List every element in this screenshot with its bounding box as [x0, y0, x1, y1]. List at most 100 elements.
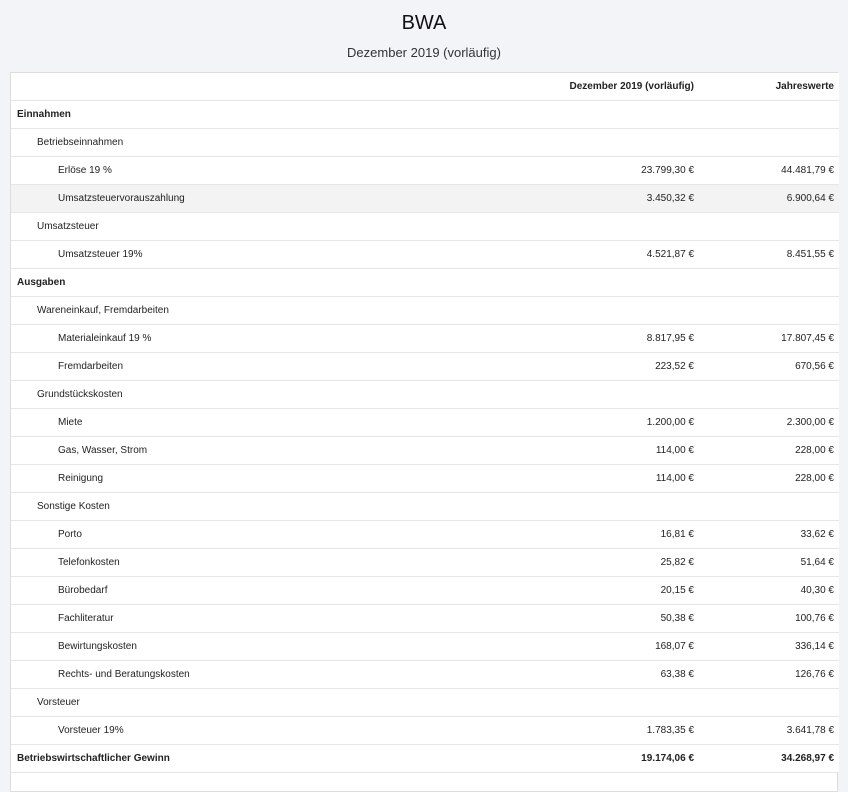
- row-label: Einnahmen: [11, 100, 511, 129]
- table-row: Materialeinkauf 19 % 8.817,95 €17.807,45 …: [11, 324, 839, 353]
- row-year-value: 6.900,64 €: [699, 184, 839, 213]
- table-row: Grundstückskosten: [11, 380, 839, 409]
- row-year-value: 228,00 €: [699, 436, 839, 465]
- table-row: Ausgaben: [11, 268, 839, 297]
- row-label: Porto: [11, 520, 511, 549]
- table-body: Einnahmen Betriebseinnahmen Erlöse 19 % 23.…: [11, 100, 839, 773]
- row-month-value: 8.817,95 €: [511, 324, 699, 353]
- table-row: Miete 1.200,00 €2.300,00 €: [11, 408, 839, 437]
- row-year-value: [699, 380, 839, 409]
- row-year-value: [699, 492, 839, 521]
- row-month-value: 23.799,30 €: [511, 156, 699, 185]
- row-label: Sonstige Kosten: [11, 492, 511, 521]
- row-month-value: 25,82 €: [511, 548, 699, 577]
- row-label: Umsatzsteuer: [11, 212, 511, 241]
- row-year-value: 8.451,55 €: [699, 240, 839, 269]
- row-month-value: 1.783,35 €: [511, 716, 699, 745]
- row-month-value: [511, 212, 699, 241]
- row-month-value: [511, 296, 699, 325]
- table-row: Wareneinkauf, Fremdarbeiten: [11, 296, 839, 325]
- row-label: Reinigung: [11, 464, 511, 493]
- row-label: Fremdarbeiten: [11, 352, 511, 381]
- row-year-value: [699, 268, 839, 297]
- row-label: Betriebseinnahmen: [11, 128, 511, 157]
- row-year-value: 336,14 €: [699, 632, 839, 661]
- row-label: Umsatzsteuervorauszahlung: [11, 184, 511, 213]
- table-row: Einnahmen: [11, 100, 839, 129]
- header-year: Jahreswerte: [699, 73, 839, 101]
- header-month: Dezember 2019 (vorläufig): [511, 73, 699, 101]
- report-title: BWA: [401, 12, 447, 34]
- row-month-value: 50,38 €: [511, 604, 699, 633]
- table-row: Gas, Wasser, Strom 114,00 €228,00 €: [11, 436, 839, 465]
- table-row: Fachliteratur 50,38 €100,76 €: [11, 604, 839, 633]
- row-year-value: 228,00 €: [699, 464, 839, 493]
- row-month-value: [511, 128, 699, 157]
- row-label: Wareneinkauf, Fremdarbeiten: [11, 296, 511, 325]
- row-month-value: 63,38 €: [511, 660, 699, 689]
- row-month-value: 16,81 €: [511, 520, 699, 549]
- row-year-value: 126,76 €: [699, 660, 839, 689]
- table-row: Umsatzsteuer: [11, 212, 839, 241]
- table-row: Sonstige Kosten: [11, 492, 839, 521]
- row-year-value: [699, 296, 839, 325]
- table-row: Porto 16,81 €33,62 €: [11, 520, 839, 549]
- row-label: Gas, Wasser, Strom: [11, 436, 511, 465]
- row-year-value: [699, 100, 839, 129]
- table-row: Umsatzsteuervorauszahlung 3.450,32 €6.900…: [11, 184, 839, 213]
- row-label: Bewirtungskosten: [11, 632, 511, 661]
- row-month-value: 3.450,32 €: [511, 184, 699, 213]
- bwa-table: Dezember 2019 (vorläufig) Jahreswerte Ei…: [11, 73, 839, 773]
- row-label: Bürobedarf: [11, 576, 511, 605]
- table-row: Rechts- und Beratungskosten 63,38 €126,76…: [11, 660, 839, 689]
- row-label: Vorsteuer 19%: [11, 716, 511, 745]
- row-month-value: [511, 380, 699, 409]
- table-row: Bewirtungskosten 168,07 €336,14 €: [11, 632, 839, 661]
- row-month-value: 1.200,00 €: [511, 408, 699, 437]
- row-month-value: [511, 688, 699, 717]
- row-year-value: 33,62 €: [699, 520, 839, 549]
- row-year-value: 44.481,79 €: [699, 156, 839, 185]
- table-row: Betriebswirtschaftlicher Gewinn 19.174,06…: [11, 744, 839, 773]
- bwa-table-container: Dezember 2019 (vorläufig) Jahreswerte Ei…: [10, 72, 839, 792]
- table-row: Telefonkosten 25,82 €51,64 €: [11, 548, 839, 577]
- row-year-value: [699, 212, 839, 241]
- row-month-value: [511, 268, 699, 297]
- table-row: Umsatzsteuer 19% 4.521,87 €8.451,55 €: [11, 240, 839, 269]
- row-year-value: [699, 128, 839, 157]
- row-year-value: 17.807,45 €: [699, 324, 839, 353]
- row-label: Umsatzsteuer 19%: [11, 240, 511, 269]
- table-row: Vorsteuer 19% 1.783,35 €3.641,78 €: [11, 716, 839, 745]
- table-row: Reinigung 114,00 €228,00 €: [11, 464, 839, 493]
- row-label: Ausgaben: [11, 268, 511, 297]
- row-year-value: 2.300,00 €: [699, 408, 839, 437]
- row-year-value: 34.268,97 €: [699, 744, 839, 773]
- row-label: Betriebswirtschaftlicher Gewinn: [11, 744, 511, 773]
- row-year-value: 51,64 €: [699, 548, 839, 577]
- row-year-value: 40,30 €: [699, 576, 839, 605]
- table-row: Betriebseinnahmen: [11, 128, 839, 157]
- row-label: Telefonkosten: [11, 548, 511, 577]
- table-row: Erlöse 19 % 23.799,30 €44.481,79 €: [11, 156, 839, 185]
- table-row: Fremdarbeiten 223,52 €670,56 €: [11, 352, 839, 381]
- table-header-row: Dezember 2019 (vorläufig) Jahreswerte: [11, 73, 839, 101]
- row-month-value: [511, 492, 699, 521]
- row-label: Grundstückskosten: [11, 380, 511, 409]
- row-year-value: 100,76 €: [699, 604, 839, 633]
- row-month-value: 114,00 €: [511, 464, 699, 493]
- row-label: Fachliteratur: [11, 604, 511, 633]
- row-month-value: [511, 100, 699, 129]
- table-row: Vorsteuer: [11, 688, 839, 717]
- row-label: Vorsteuer: [11, 688, 511, 717]
- row-month-value: 20,15 €: [511, 576, 699, 605]
- report-subtitle: Dezember 2019 (vorläufig): [347, 45, 501, 60]
- row-label: Rechts- und Beratungskosten: [11, 660, 511, 689]
- row-month-value: 4.521,87 €: [511, 240, 699, 269]
- row-label: Miete: [11, 408, 511, 437]
- report-header: BWA Dezember 2019 (vorläufig): [0, 0, 848, 72]
- row-year-value: [699, 688, 839, 717]
- header-label: [11, 73, 511, 101]
- row-label: Materialeinkauf 19 %: [11, 324, 511, 353]
- row-month-value: 168,07 €: [511, 632, 699, 661]
- table-row: Bürobedarf 20,15 €40,30 €: [11, 576, 839, 605]
